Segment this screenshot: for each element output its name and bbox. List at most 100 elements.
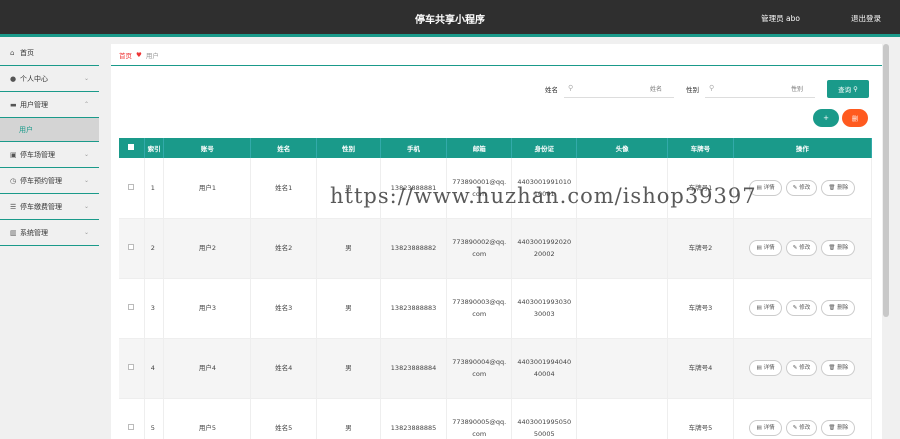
header-phone: 手机: [380, 138, 448, 158]
cell-email: 773890004@qq.com: [446, 338, 513, 399]
cell-plate: 车牌号5: [667, 398, 734, 439]
cell-idcard: 440300199505050005: [511, 398, 578, 439]
cell-account: 用户3: [163, 278, 252, 339]
gender-label: 性别: [686, 86, 699, 94]
cell-plate: 车牌号2: [667, 218, 734, 279]
sidebar-item-label: 系统管理: [20, 228, 48, 237]
breadcrumb-home[interactable]: 首页: [119, 50, 132, 60]
edit-button[interactable]: ✎ 修改: [785, 240, 818, 256]
sidebar-item-users[interactable]: ▬ 用户管理 ⌃: [0, 92, 99, 118]
cell-name: 姓名3: [250, 278, 318, 339]
sidebar-item-reservation[interactable]: ◷ 停车预约管理 ⌄: [0, 168, 99, 194]
edit-icon: ✎: [792, 245, 798, 251]
list-icon: ☰: [10, 202, 17, 211]
row-delete-button[interactable]: 🗑 删除: [821, 300, 856, 316]
row-checkbox[interactable]: [128, 304, 135, 310]
cell-gender: 男: [316, 398, 381, 439]
top-bar: 停车共享小程序 管理员 abo 退出登录: [0, 0, 900, 37]
detail-icon: ▤: [756, 184, 762, 191]
chevron-down-icon: ⌄: [83, 177, 89, 184]
chart-icon: ▥: [10, 228, 17, 237]
cell-name: 姓名2: [250, 218, 318, 279]
edit-button[interactable]: ✎ 修改: [785, 179, 818, 196]
select-all-header[interactable]: [119, 138, 145, 158]
sidebar-item-profile[interactable]: ● 个人中心 ⌄: [0, 66, 99, 92]
chevron-down-icon: ⌄: [83, 151, 89, 158]
logout-link[interactable]: 退出登录: [851, 13, 881, 24]
sidebar-item-label: 用户管理: [20, 100, 48, 109]
header-avatar: 头像: [576, 138, 669, 158]
select-all-checkbox[interactable]: [128, 144, 135, 150]
detail-button[interactable]: ▤ 详情: [749, 420, 782, 436]
delete-button[interactable]: 删: [842, 109, 868, 127]
cell-phone: 13823888883: [380, 278, 448, 339]
header-email: 邮箱: [446, 138, 513, 158]
table-row: 5 用户5 姓名5 男 13823888885 773890005@qq.com…: [119, 398, 873, 439]
heart-icon: ♥: [136, 50, 142, 59]
home-icon: ⌂: [10, 48, 15, 57]
edit-button[interactable]: ✎ 修改: [785, 300, 818, 316]
row-checkbox[interactable]: [128, 424, 135, 430]
cell-account: 用户4: [163, 338, 252, 399]
query-button[interactable]: 查询 ⚲: [827, 80, 869, 98]
sidebar-item-payment[interactable]: ☰ 停车缴费管理 ⌄: [0, 194, 99, 220]
chevron-up-icon: ⌃: [83, 101, 89, 108]
chevron-down-icon: ⌄: [83, 75, 89, 82]
sidebar-item-label: 首页: [20, 48, 34, 57]
edit-button[interactable]: ✎ 修改: [785, 360, 818, 376]
cell-email: 773890005@qq.com: [446, 398, 513, 439]
detail-icon: ▤: [756, 365, 762, 371]
edit-button[interactable]: ✎ 修改: [785, 420, 818, 436]
cell-avatar: [576, 278, 669, 339]
query-button-label: 查询: [838, 86, 852, 94]
detail-icon: ▤: [756, 245, 762, 251]
sidebar-item-label: 个人中心: [20, 74, 48, 83]
cell-name: 姓名1: [250, 158, 318, 219]
cell-account: 用户2: [163, 218, 252, 279]
cell-index: 5: [144, 398, 165, 439]
sidebar-item-label: 停车预约管理: [20, 176, 62, 185]
row-checkbox[interactable]: [128, 183, 135, 190]
cell-gender: 男: [316, 278, 381, 339]
trash-icon: 🗑: [828, 245, 836, 251]
name-input[interactable]: [564, 80, 674, 98]
row-delete-button[interactable]: 🗑 删除: [821, 179, 856, 196]
sidebar-item-label: 停车场管理: [20, 150, 55, 159]
cell-account: 用户5: [163, 398, 252, 439]
gender-input[interactable]: [705, 80, 815, 98]
cell-gender: 男: [316, 218, 381, 279]
sidebar-item-home[interactable]: ⌂ 首页: [0, 40, 99, 66]
cell-phone: 13823888882: [380, 218, 448, 279]
add-button[interactable]: +: [813, 109, 839, 127]
cell-account: 用户1: [163, 158, 252, 219]
header-index: 索引: [144, 138, 165, 158]
row-checkbox[interactable]: [128, 364, 135, 370]
chevron-down-icon: ⌄: [83, 229, 89, 236]
detail-button[interactable]: ▤ 详情: [749, 360, 782, 376]
header-actions: 操作: [733, 138, 873, 158]
detail-button[interactable]: ▤ 详情: [749, 300, 782, 316]
row-checkbox[interactable]: [128, 244, 135, 250]
cell-plate: 车牌号4: [667, 338, 734, 399]
sidebar-item-parking[interactable]: ▣ 停车场管理 ⌄: [0, 142, 99, 168]
sidebar-item-system[interactable]: ▥ 系统管理 ⌄: [0, 220, 99, 246]
search-bar: 姓名 ⚲ 性别 ⚲ 查询 ⚲: [545, 80, 869, 98]
detail-button[interactable]: ▤ 详情: [749, 240, 782, 256]
vertical-scrollbar[interactable]: [883, 44, 889, 317]
name-label: 姓名: [545, 86, 558, 94]
watermark-text: https://www.huzhan.com/ishop39397: [330, 184, 757, 208]
cell-plate: 车牌号3: [667, 278, 734, 339]
card-icon: ▬: [10, 100, 17, 109]
cell-index: 3: [144, 278, 165, 339]
cell-idcard: 440300199202020002: [511, 218, 578, 279]
sidebar-subitem-user[interactable]: 用户: [0, 118, 99, 142]
row-delete-button[interactable]: 🗑 删除: [821, 240, 856, 256]
current-user[interactable]: 管理员 abo: [761, 13, 800, 24]
row-delete-button[interactable]: 🗑 删除: [821, 360, 856, 376]
header-idcard: 身份证: [511, 138, 578, 158]
cell-index: 1: [144, 158, 165, 219]
header-gender: 性别: [316, 138, 381, 158]
row-delete-button[interactable]: 🗑 删除: [821, 420, 856, 436]
parking-icon: ▣: [10, 150, 17, 159]
detail-icon: ▤: [756, 425, 762, 431]
